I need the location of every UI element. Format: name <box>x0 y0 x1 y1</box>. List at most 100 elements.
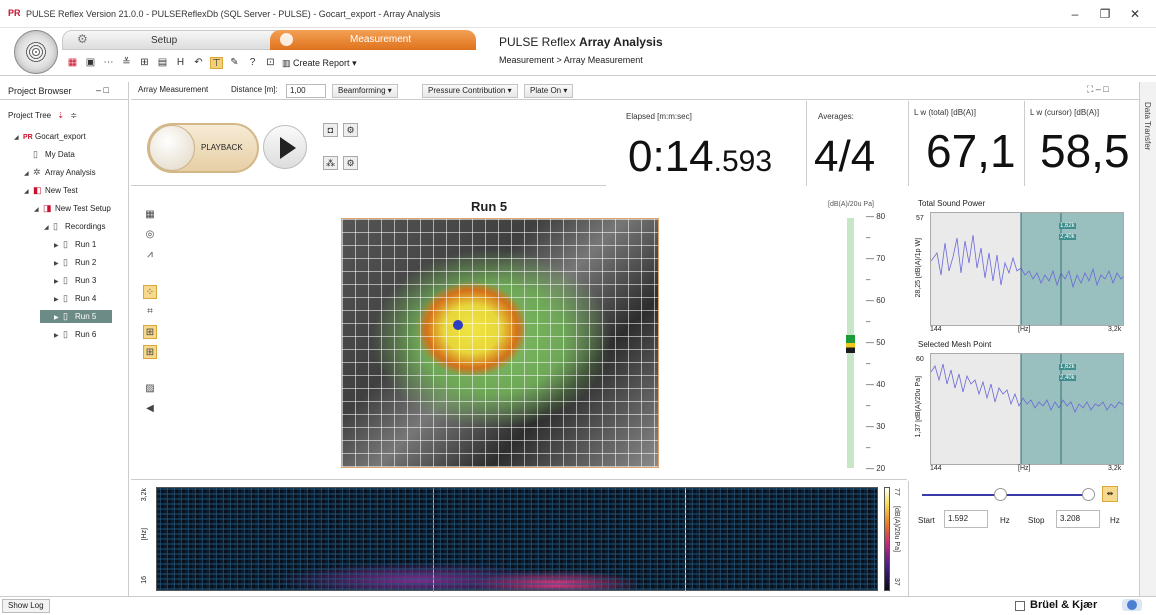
tree-item-recordings[interactable]: ◢ ▯ Recordings <box>44 220 105 233</box>
elapsed-ms: .593 <box>713 145 773 178</box>
maximize-button[interactable]: ❐ <box>1090 4 1120 24</box>
help-icon[interactable]: ? <box>246 57 259 69</box>
spectrogram-cursor[interactable] <box>433 488 434 592</box>
grid-icon[interactable]: ▦ <box>66 57 79 69</box>
playback-knob[interactable] <box>149 125 195 171</box>
spectrum-icon[interactable]: ⩘ <box>143 248 157 262</box>
image-icon[interactable]: ▤ <box>156 57 169 69</box>
tab-measurement[interactable]: Measurement <box>270 30 476 50</box>
total-sound-power-chart[interactable]: 1,62k 2,40k <box>930 212 1124 326</box>
start-input[interactable]: 1.592 <box>944 510 988 528</box>
colorbar-minor-tick: – <box>866 443 871 452</box>
grid-fill-icon[interactable]: ⊞ <box>143 345 157 359</box>
beamforming-dropdown[interactable]: Beamforming ▾ <box>332 84 398 98</box>
expand-arrow-icon[interactable]: ▶ <box>54 330 63 343</box>
speaker-icon[interactable]: ◀ <box>143 402 157 416</box>
view-controls-icon[interactable]: ⛶ – □ <box>1087 84 1109 95</box>
filter-icon[interactable]: ≚ <box>120 57 133 69</box>
marker1-label: 1,62k <box>1059 223 1076 229</box>
gear-icon[interactable]: ⚙ <box>343 123 358 137</box>
pulse-logo-icon[interactable] <box>14 30 58 74</box>
data-transfer-tab[interactable]: Data Transfer <box>1139 82 1156 596</box>
total-sound-power-title: Total Sound Power <box>918 199 986 208</box>
plate-on-dropdown[interactable]: Plate On ▾ <box>524 84 574 98</box>
tree-view-icon[interactable]: ⊤ <box>210 57 223 69</box>
collapse-icon[interactable]: ≑ <box>70 111 77 120</box>
spectrogram-image[interactable] <box>156 487 878 592</box>
mesh-point-chart[interactable]: 1,62k 2,40k <box>930 353 1124 465</box>
brand-name: Brüel & Kjær <box>1030 599 1098 611</box>
project-tree-label: Project Tree <box>8 111 52 120</box>
grid-overlay-icon[interactable]: ⊞ <box>143 325 157 339</box>
frame-icon[interactable]: ⌗ <box>143 305 157 319</box>
spectrogram-marker[interactable] <box>685 488 686 592</box>
camera-icon[interactable]: ◘ <box>323 123 338 137</box>
collapse-arrow-icon[interactable]: ◢ <box>24 168 33 181</box>
info-icon[interactable]: ⊡ <box>264 57 277 69</box>
play-button[interactable] <box>263 125 307 169</box>
doc-icon: ▯ <box>63 257 68 267</box>
doc-icon: ▯ <box>63 311 68 321</box>
distance-input[interactable]: 1,00 <box>286 84 326 98</box>
tree-item-new-test-setup[interactable]: ◢ ◨ New Test Setup <box>34 202 111 215</box>
acoustic-map-image[interactable] <box>341 218 659 468</box>
video-icon[interactable]: ⁂ <box>323 156 338 170</box>
colorbar-minor-tick: – <box>866 359 871 368</box>
minimize-button[interactable]: – <box>1060 4 1090 24</box>
tree-item-new-test[interactable]: ◢ ◧ New Test <box>24 184 78 197</box>
collapse-arrow-icon[interactable]: ◢ <box>14 132 23 145</box>
range-slider-stop-handle[interactable] <box>1082 488 1095 501</box>
brand-checkbox[interactable] <box>1015 601 1025 611</box>
tree-item-array-analysis[interactable]: ◢ ✲ Array Analysis <box>24 166 96 179</box>
doc-icon: ▯ <box>33 149 38 159</box>
picture-icon[interactable]: ▨ <box>143 382 157 396</box>
pin-icon[interactable]: ⇣ <box>57 111 64 120</box>
panel-controls-icon[interactable]: – □ <box>96 85 109 95</box>
tab-setup[interactable]: Setup ⚙ <box>62 30 282 50</box>
elapsed-main: 0:14 <box>628 132 714 181</box>
table-icon[interactable]: ⊞ <box>138 57 151 69</box>
playback-label: PLAYBACK <box>201 143 243 152</box>
collapse-arrow-icon[interactable]: ◢ <box>24 186 33 199</box>
layout-icon[interactable]: ▣ <box>84 57 97 69</box>
tree-item-run-4[interactable]: ▶ ▯ Run 4 <box>54 292 96 305</box>
pressure-contribution-dropdown[interactable]: Pressure Contribution ▾ <box>422 84 518 98</box>
close-button[interactable]: ✕ <box>1120 4 1150 24</box>
show-log-button[interactable]: Show Log <box>2 599 50 613</box>
lw-cursor-value: 58,5 <box>1040 125 1130 177</box>
collapse-arrow-icon[interactable]: ◢ <box>44 222 53 235</box>
pen-icon[interactable]: ✎ <box>228 57 241 69</box>
expand-arrow-icon[interactable]: ▶ <box>54 312 63 325</box>
test-icon: ◧ <box>33 185 42 195</box>
colorbar-tick: — 80 <box>866 212 886 221</box>
tree-item-my-data[interactable]: ▯ My Data <box>24 148 75 161</box>
tree-item-label: Run 5 <box>75 312 97 321</box>
spec-cbar-top: 77 <box>893 488 900 496</box>
mesh-icon[interactable]: ▦ <box>143 208 157 222</box>
expand-arrow-icon[interactable]: ▶ <box>54 276 63 289</box>
stop-input[interactable]: 3.208 <box>1056 510 1100 528</box>
tree-item-run-2[interactable]: ▶ ▯ Run 2 <box>54 256 96 269</box>
tree-item-gocart-export[interactable]: ◢ PR Gocart_export <box>14 130 86 143</box>
create-report-button[interactable]: ▥ Create Report ▾ <box>282 58 357 69</box>
tree-item-run-6[interactable]: ▶ ▯ Run 6 <box>54 328 96 341</box>
undo-icon[interactable]: ↶ <box>192 57 205 69</box>
points-icon[interactable]: ⁘ <box>143 285 157 299</box>
tree-item-label: New Test Setup <box>55 204 111 213</box>
collapse-arrow-icon[interactable]: ◢ <box>34 204 43 217</box>
range-slider-start-handle[interactable] <box>994 488 1007 501</box>
video-settings-icon[interactable]: ⚙ <box>343 156 358 170</box>
tree-item-run-3[interactable]: ▶ ▯ Run 3 <box>54 274 96 287</box>
expand-arrow-icon[interactable]: ▶ <box>54 294 63 307</box>
target-icon[interactable]: ◎ <box>143 228 157 242</box>
tree-item-run-1[interactable]: ▶ ▯ Run 1 <box>54 238 96 251</box>
mesh-point-marker[interactable] <box>453 320 463 330</box>
colorbar-level-handle[interactable] <box>846 335 855 353</box>
save-icon[interactable]: H <box>174 57 187 69</box>
tab-array-measurement[interactable]: Array Measurement <box>138 85 208 94</box>
connect-icon[interactable]: ⋯ <box>102 57 115 69</box>
range-lock-icon[interactable]: ⇹ <box>1102 486 1118 502</box>
expand-arrow-icon[interactable]: ▶ <box>54 258 63 271</box>
expand-arrow-icon[interactable]: ▶ <box>54 240 63 253</box>
tree-item-run-5[interactable]: ▶ ▯ Run 5 <box>40 310 113 325</box>
